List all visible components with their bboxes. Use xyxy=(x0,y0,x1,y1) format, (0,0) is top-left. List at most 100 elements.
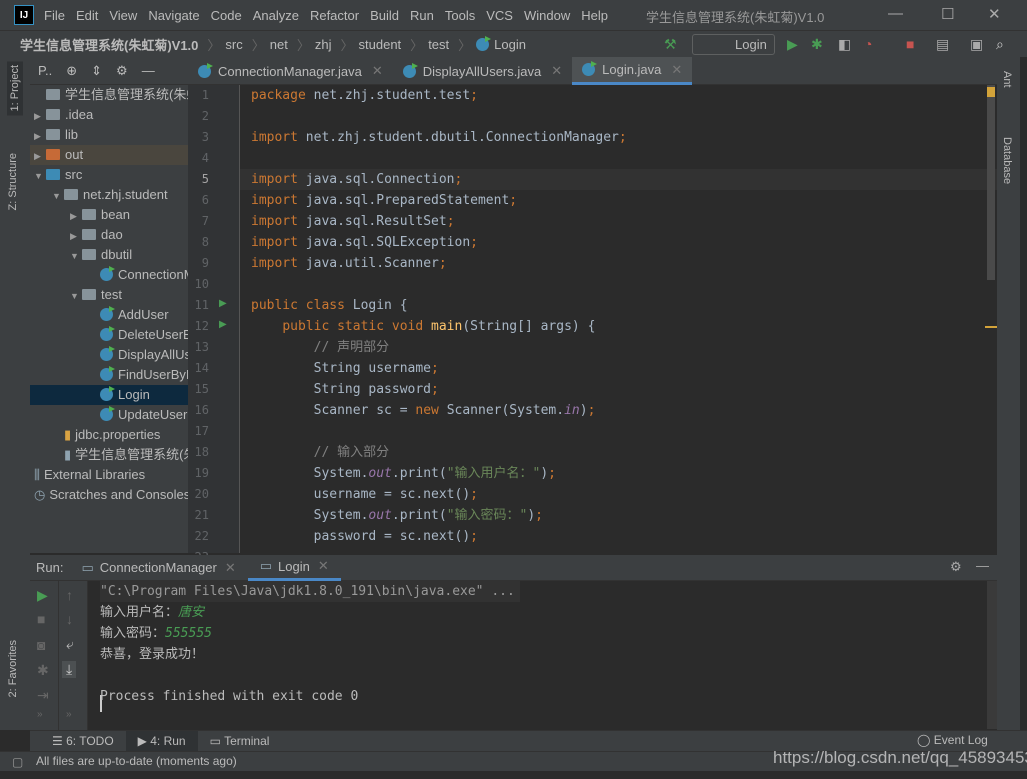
soft-wrap-icon[interactable]: ⤶ xyxy=(66,636,74,653)
menu-vcs[interactable]: VCS xyxy=(486,8,513,23)
ant-tool-tab[interactable]: Ant xyxy=(1001,71,1013,88)
tree-item[interactable]: ⫼ External Libraries xyxy=(30,465,188,485)
project-structure-icon[interactable]: ▤ xyxy=(936,36,949,53)
editor-scrollbar[interactable] xyxy=(987,85,995,280)
tree-item[interactable]: FindUserById xyxy=(30,365,188,385)
up-arrow-icon[interactable]: ↑ xyxy=(66,587,73,603)
console-scrollbar[interactable] xyxy=(987,581,997,729)
editor-tab[interactable]: ConnectionManager.java ✕ xyxy=(188,57,393,85)
maximize-button[interactable]: ☐ xyxy=(941,5,954,23)
tree-item[interactable]: Login xyxy=(30,385,188,405)
locate-icon[interactable]: ⊕ xyxy=(66,63,77,79)
editor-tab[interactable]: Login.java ✕ xyxy=(572,57,693,85)
hide-icon[interactable]: — xyxy=(142,63,155,78)
tree-item[interactable]: AddUser xyxy=(30,305,188,325)
menu-navigate[interactable]: Navigate xyxy=(148,8,199,23)
tree-item[interactable]: ▶ bean xyxy=(30,205,188,225)
run-tab[interactable]: ▭ ConnectionManager ✕ xyxy=(69,555,247,581)
bottom-tab-terminal[interactable]: ▭ Terminal xyxy=(198,731,282,752)
menu-refactor[interactable]: Refactor xyxy=(310,8,359,23)
expanded-arrow-icon[interactable]: ▼ xyxy=(70,246,82,266)
run-gutter-icon[interactable]: ▶ xyxy=(219,319,227,330)
settings-gear-icon[interactable]: ⚙ xyxy=(950,559,962,575)
tree-item[interactable]: DisplayAllUsers xyxy=(30,345,188,365)
close-window-button[interactable]: ✕ xyxy=(988,5,1001,23)
search-icon[interactable]: ⌕ xyxy=(996,36,1004,53)
tree-item[interactable]: ▮ jdbc.properties xyxy=(30,425,188,445)
run-icon[interactable]: ▶ xyxy=(787,36,798,53)
tree-item[interactable]: ▶ lib xyxy=(30,125,188,145)
tree-item[interactable]: DeleteUserById xyxy=(30,325,188,345)
structure-tool-tab[interactable]: Z: Structure xyxy=(7,153,19,210)
warning-stripe[interactable] xyxy=(985,326,997,328)
bottom-tab-run[interactable]: ▶ 4: Run xyxy=(125,730,198,752)
breadcrumb-item[interactable]: zhj xyxy=(315,37,332,52)
breadcrumb-item[interactable]: Login xyxy=(494,37,526,52)
expanded-arrow-icon[interactable]: ▼ xyxy=(70,286,82,306)
breadcrumb-item[interactable]: 学生信息管理系统(朱虹菊)V1.0 xyxy=(20,35,198,54)
run-gutter-icon[interactable]: ▶ xyxy=(219,298,227,309)
stop-icon[interactable]: ■ xyxy=(37,611,45,627)
run-configuration-dropdown[interactable]: Login ▼ xyxy=(692,34,775,71)
debug-settings-icon[interactable]: ✱ xyxy=(37,662,49,679)
tree-item[interactable]: ▶ dao xyxy=(30,225,188,245)
collapsed-arrow-icon[interactable]: ▶ xyxy=(70,206,82,226)
bottom-tab-todo[interactable]: ☰ 6: TODO xyxy=(40,731,126,752)
breadcrumb-item[interactable]: student xyxy=(359,37,402,52)
menu-run[interactable]: Run xyxy=(410,8,434,23)
code-editor[interactable]: password = sc.next(); System.out.print("… xyxy=(240,85,997,553)
collapse-all-icon[interactable]: ⇕ xyxy=(91,63,102,79)
breadcrumb-item[interactable]: src xyxy=(225,37,242,52)
rerun-icon[interactable]: ▶ xyxy=(37,587,48,604)
coverage-icon[interactable]: ◧ xyxy=(838,36,851,53)
tree-item[interactable]: ▼ src xyxy=(30,165,188,185)
profile-icon[interactable]: ◔ xyxy=(864,36,872,52)
collapsed-arrow-icon[interactable]: ▶ xyxy=(70,226,82,246)
close-tab-icon[interactable]: ✕ xyxy=(372,63,383,79)
collapsed-arrow-icon[interactable]: ▶ xyxy=(34,126,46,146)
minimize-button[interactable]: — xyxy=(888,5,903,22)
event-log-button[interactable]: ◯ Event Log xyxy=(917,733,988,747)
hide-panel-icon[interactable]: — xyxy=(976,558,989,573)
menu-analyze[interactable]: Analyze xyxy=(253,8,299,23)
tree-item[interactable]: ▮学生信息管理系统(朱虹菊).iml xyxy=(30,445,188,465)
tree-item[interactable]: UpdateUser xyxy=(30,405,188,425)
database-tool-tab[interactable]: Database xyxy=(1001,137,1013,184)
breadcrumb-item[interactable]: net xyxy=(270,37,288,52)
camera-icon[interactable]: ◙ xyxy=(37,637,45,653)
favorites-tool-tab[interactable]: 2: Favorites xyxy=(7,640,19,697)
close-tab-icon[interactable]: ✕ xyxy=(551,63,562,79)
status-toggle-icon[interactable]: ▢ xyxy=(12,753,23,772)
warning-marker[interactable] xyxy=(987,87,995,97)
project-view-dropdown[interactable]: P.. xyxy=(38,63,52,78)
project-tool-tab[interactable]: 1: Project xyxy=(7,61,23,116)
tree-item[interactable]: 学生信息管理系统(朱虹菊) xyxy=(30,85,188,105)
close-tab-icon[interactable]: ✕ xyxy=(318,558,329,574)
menu-code[interactable]: Code xyxy=(211,8,242,23)
menu-help[interactable]: Help xyxy=(581,8,608,23)
menu-edit[interactable]: Edit xyxy=(76,8,98,23)
menu-tools[interactable]: Tools xyxy=(445,8,475,23)
exit-icon[interactable]: ⇥ xyxy=(37,687,49,704)
tree-item[interactable]: ▼ dbutil xyxy=(30,245,188,265)
tree-item[interactable]: ▼ test xyxy=(30,285,188,305)
debug-icon[interactable]: ✱ xyxy=(811,36,823,53)
more-icon[interactable]: » xyxy=(66,709,72,720)
terminal-window-icon[interactable]: ▣ xyxy=(970,36,983,53)
tree-item[interactable]: ▶ .idea xyxy=(30,105,188,125)
more-icon[interactable]: » xyxy=(37,709,43,720)
collapsed-arrow-icon[interactable]: ▶ xyxy=(34,146,46,166)
console-output[interactable]: "C:\Program Files\Java\jdk1.8.0_191\bin\… xyxy=(100,581,997,730)
menu-file[interactable]: File xyxy=(44,8,65,23)
tree-item[interactable]: ConnectionManager xyxy=(30,265,188,285)
down-arrow-icon[interactable]: ↓ xyxy=(66,611,73,627)
menu-build[interactable]: Build xyxy=(370,8,399,23)
tree-item[interactable]: ◷ Scratches and Consoles xyxy=(30,485,188,505)
collapsed-arrow-icon[interactable]: ▶ xyxy=(34,106,46,126)
build-hammer-icon[interactable]: ⚒ xyxy=(664,36,677,53)
stop-icon[interactable]: ■ xyxy=(906,36,914,52)
close-tab-icon[interactable]: ✕ xyxy=(225,560,236,576)
menu-view[interactable]: View xyxy=(109,8,137,23)
breadcrumb-item[interactable]: test xyxy=(428,37,449,52)
gear-icon[interactable]: ⚙ xyxy=(116,63,128,79)
